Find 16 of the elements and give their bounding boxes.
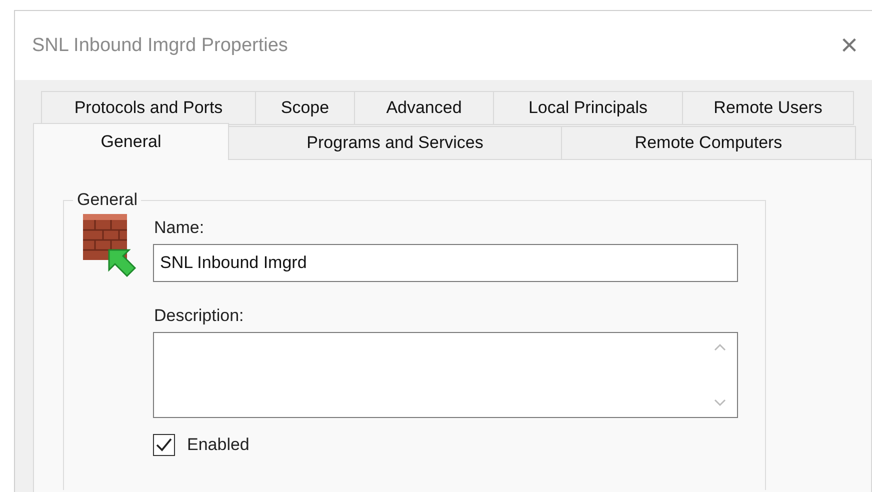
tab[interactable]: Local Principals [493, 91, 683, 125]
window-title: SNL Inbound Imgrd Properties [32, 34, 288, 56]
tab[interactable]: Advanced [354, 91, 494, 125]
tab[interactable]: Remote Users [682, 91, 854, 125]
name-label: Name: [154, 218, 206, 238]
description-label: Description: [154, 306, 245, 326]
name-field[interactable]: SNL Inbound Imgrd [153, 244, 738, 282]
group-title: General [76, 190, 138, 210]
tab[interactable]: Protocols and Ports [41, 91, 256, 125]
tab[interactable]: Scope [255, 91, 355, 125]
tab[interactable]: General [33, 123, 229, 160]
enabled-label: Enabled [187, 435, 250, 455]
close-button[interactable]: × [840, 30, 858, 60]
brick-wall-arrow-icon [81, 212, 137, 280]
enabled-checkbox[interactable] [153, 434, 175, 456]
tab[interactable]: Remote Computers [561, 126, 856, 160]
